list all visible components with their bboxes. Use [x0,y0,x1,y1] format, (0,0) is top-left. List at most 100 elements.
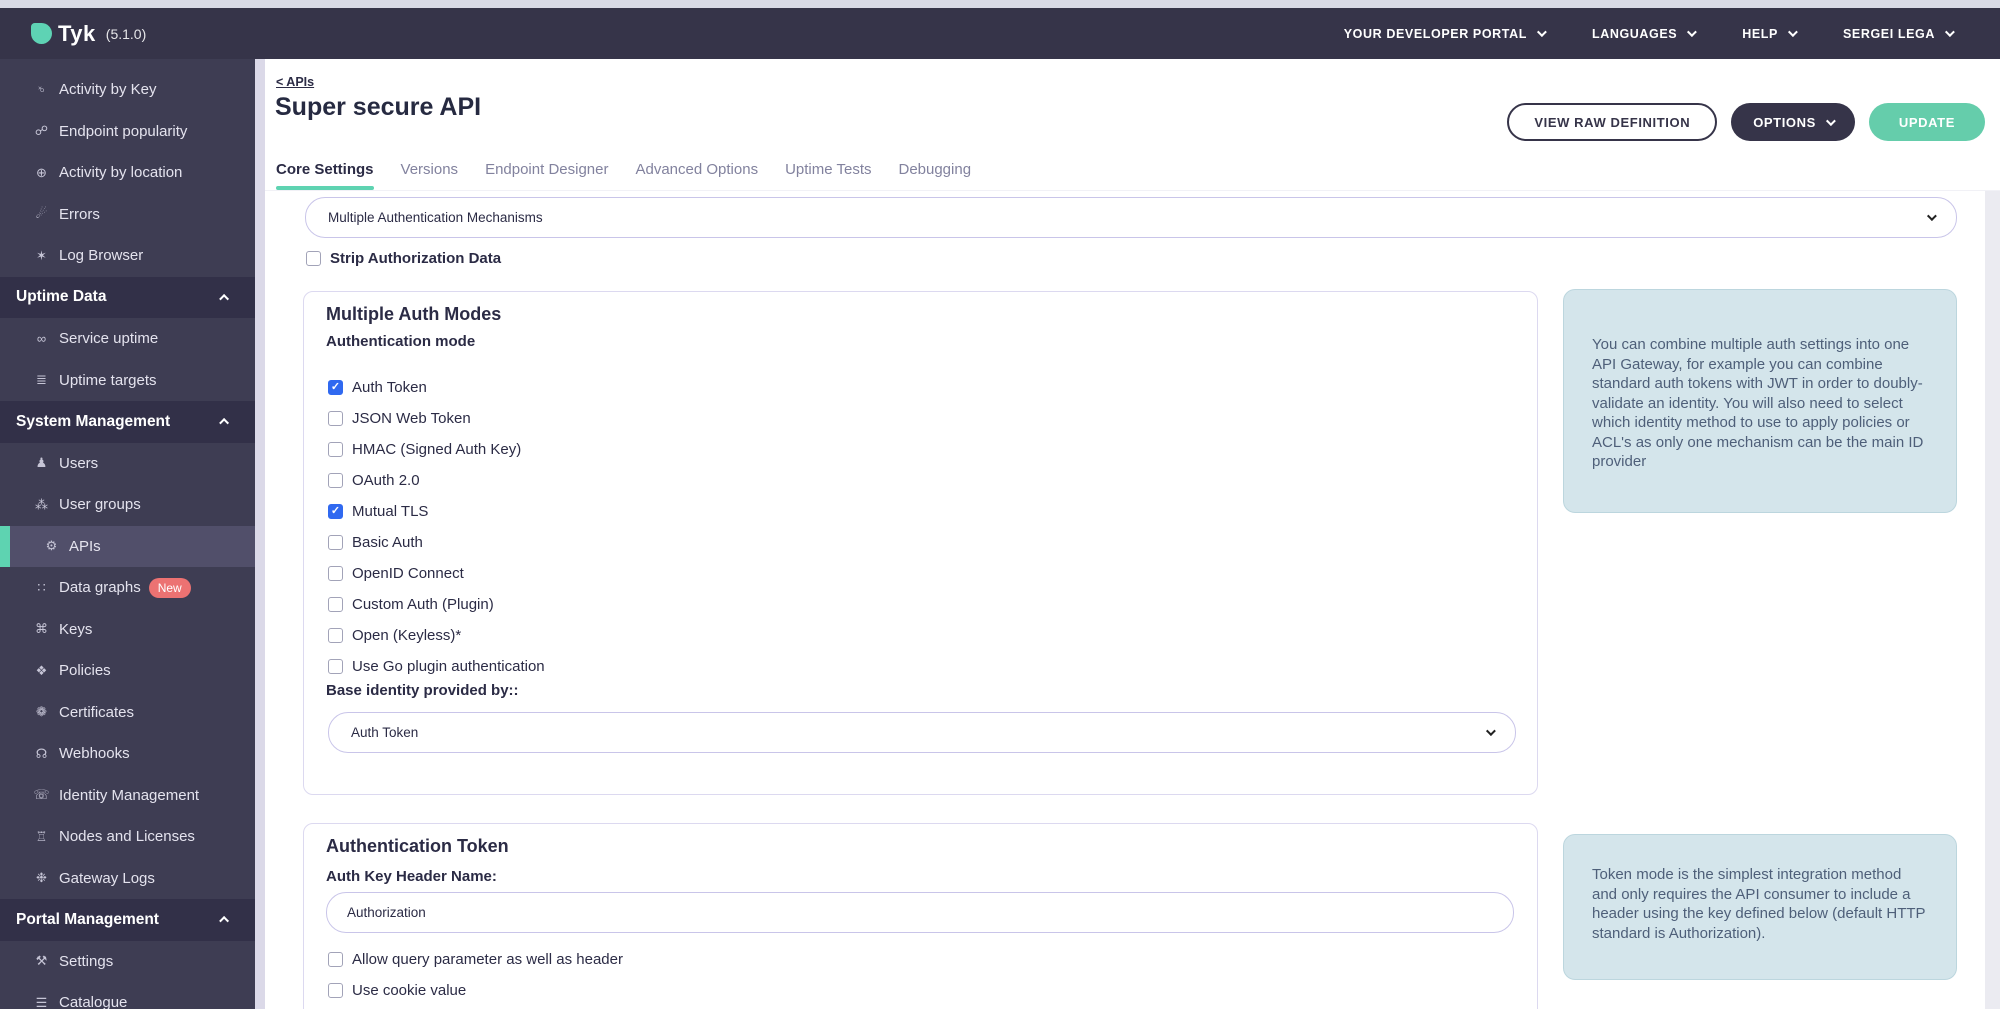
checkbox[interactable] [328,659,343,674]
sidebar-item-uptime-targets[interactable]: ≣ Uptime targets [0,360,255,402]
sidebar-item-label: Activity by location [59,164,182,181]
update-button[interactable]: UPDATE [1869,103,1985,141]
catalogue-icon: ☰ [32,995,51,1009]
checkbox-label: Mutual TLS [352,503,428,520]
tab-versions[interactable]: Versions [401,161,459,188]
checkbox-label: Open (Keyless)* [352,627,461,644]
sidebar-item-label: Identity Management [59,787,199,804]
sidebar-item-activity-by-location[interactable]: ⊕ Activity by location [0,152,255,194]
topbar-menu-sergei-lega[interactable]: SERGEI LEGA [1843,27,1952,41]
auth-mechanism-select[interactable]: Multiple Authentication Mechanisms [305,197,1957,238]
sidebar-item-keys[interactable]: ⌘ Keys [0,609,255,651]
panel-heading: Authentication Token [326,836,509,857]
tab-debugging[interactable]: Debugging [898,161,971,188]
sidebar-item-data-graphs[interactable]: ∷ Data graphs New [0,567,255,609]
checkbox[interactable] [328,473,343,488]
sidebar-item-nodes-and-licenses[interactable]: ♖ Nodes and Licenses [0,816,255,858]
checkbox[interactable] [306,251,321,266]
checkbox-open-keyless[interactable]: Open (Keyless)* [328,620,545,651]
checkbox-allow-query-parameter-as-well-as-header[interactable]: Allow query parameter as well as header [328,944,623,975]
sidebar-item-user-groups[interactable]: ⁂ User groups [0,484,255,526]
checkbox-openid-connect[interactable]: OpenID Connect [328,558,545,589]
checkbox-mutual-tls[interactable]: Mutual TLS [328,496,545,527]
checkbox[interactable] [328,504,343,519]
checkbox-use-go-plugin-authentication[interactable]: Use Go plugin authentication [328,651,545,682]
tab-core-settings[interactable]: Core Settings [276,161,374,188]
checkbox[interactable] [328,442,343,457]
sidebar-section-uptime-data[interactable]: Uptime Data [0,277,255,319]
base-identity-select[interactable]: Auth Token [328,712,1516,753]
sidebar-item-settings[interactable]: ⚒ Settings [0,941,255,983]
sidebar-section-portal-management[interactable]: Portal Management [0,899,255,941]
checkbox-auth-token[interactable]: Auth Token [328,372,545,403]
sidebar-item-label: Policies [59,662,111,679]
sidebar-item-policies[interactable]: ❖ Policies [0,650,255,692]
endpoint-icon: ☍ [32,123,51,139]
checkbox[interactable] [328,566,343,581]
checkbox-hmac-signed-auth-key[interactable]: HMAC (Signed Auth Key) [328,434,545,465]
checkbox[interactable] [328,597,343,612]
sidebar-item-identity-management[interactable]: ☏ Identity Management [0,775,255,817]
checkbox-strip-authorization-data[interactable]: Strip Authorization Data [306,243,501,274]
view-raw-definition-button[interactable]: VIEW RAW DEFINITION [1507,103,1717,141]
users-icon: ⁂ [32,497,51,513]
sidebar-section-system-management[interactable]: System Management [0,401,255,443]
sidebar-item-label: Webhooks [59,745,130,762]
tab-label: Debugging [898,161,971,178]
tab-advanced-options[interactable]: Advanced Options [635,161,758,188]
checkbox-json-web-token[interactable]: JSON Web Token [328,403,545,434]
topbar-menu-label: HELP [1742,27,1778,41]
sidebar-item-label: Settings [59,953,113,970]
auth-key-header-name-input[interactable] [326,892,1514,933]
sidebar-item-gateway-logs[interactable]: ❉ Gateway Logs [0,858,255,900]
phone-icon: ☏ [32,787,51,803]
sidebar-item-activity-by-key[interactable]: ♀ Activity by Key [0,69,255,111]
sidebar-item-certificates[interactable]: ❁ Certificates [0,692,255,734]
sidebar-item-webhooks[interactable]: ☊ Webhooks [0,733,255,775]
checkbox-label: OpenID Connect [352,565,464,582]
topbar-menu-help[interactable]: HELP [1742,27,1795,41]
sidebar-item-endpoint-popularity[interactable]: ☍ Endpoint popularity [0,111,255,153]
checkbox[interactable] [328,411,343,426]
strip-authorization-group: Strip Authorization Data [306,243,501,274]
sidebar-item-catalogue[interactable]: ☰ Catalogue [0,982,255,1009]
browser-top-strip [0,0,2000,8]
multi-auth-info-box: You can combine multiple auth settings i… [1563,289,1957,513]
tab-endpoint-designer[interactable]: Endpoint Designer [485,161,608,188]
checkbox[interactable] [328,983,343,998]
checkbox-label: Strip Authorization Data [330,250,501,267]
link-icon: ∞ [32,331,51,346]
bank-icon: ♖ [32,829,51,845]
options-button[interactable]: OPTIONS [1731,103,1855,141]
sidebar-item-log-browser[interactable]: ✶ Log Browser [0,235,255,277]
topbar-menu-your-developer-portal[interactable]: YOUR DEVELOPER PORTAL [1344,27,1544,41]
checkbox-use-cookie-value[interactable]: Use cookie value [328,975,623,1006]
chevron-down-icon [1945,27,1955,37]
authentication-mode-label: Authentication mode [326,333,475,350]
sidebar-item-apis[interactable]: ⚙ APIs [0,526,255,568]
sidebar-item-label: Gateway Logs [59,870,155,887]
tab-label: Versions [401,161,459,178]
chevron-down-icon [1687,27,1697,37]
keys-icon: ⌘ [32,621,51,637]
tab-uptime-tests[interactable]: Uptime Tests [785,161,871,188]
topbar-menu-label: LANGUAGES [1592,27,1677,41]
checkbox-custom-auth-plugin[interactable]: Custom Auth (Plugin) [328,589,545,620]
sidebar-item-service-uptime[interactable]: ∞ Service uptime [0,318,255,360]
top-navbar: Tyk (5.1.0) YOUR DEVELOPER PORTAL LANGUA… [0,8,2000,59]
topbar-menu-languages[interactable]: LANGUAGES [1592,27,1694,41]
checkbox-basic-auth[interactable]: Basic Auth [328,527,545,558]
sidebar-item-label: Uptime targets [59,372,157,389]
checkbox[interactable] [328,952,343,967]
vertical-scrollbar[interactable] [1984,191,2000,1009]
breadcrumb-apis-link[interactable]: < APIs [276,75,314,89]
sidebar-item-errors[interactable]: ☄ Errors [0,194,255,236]
sidebar-item-label: Errors [59,206,100,223]
checkbox[interactable] [328,628,343,643]
checkbox[interactable] [328,380,343,395]
tyk-logo[interactable]: Tyk (5.1.0) [31,21,146,47]
sidebar-item-users[interactable]: ♟ Users [0,443,255,485]
checkbox-oauth-2-0[interactable]: OAuth 2.0 [328,465,545,496]
sidebar-scrollbar[interactable] [255,59,265,1009]
checkbox[interactable] [328,535,343,550]
